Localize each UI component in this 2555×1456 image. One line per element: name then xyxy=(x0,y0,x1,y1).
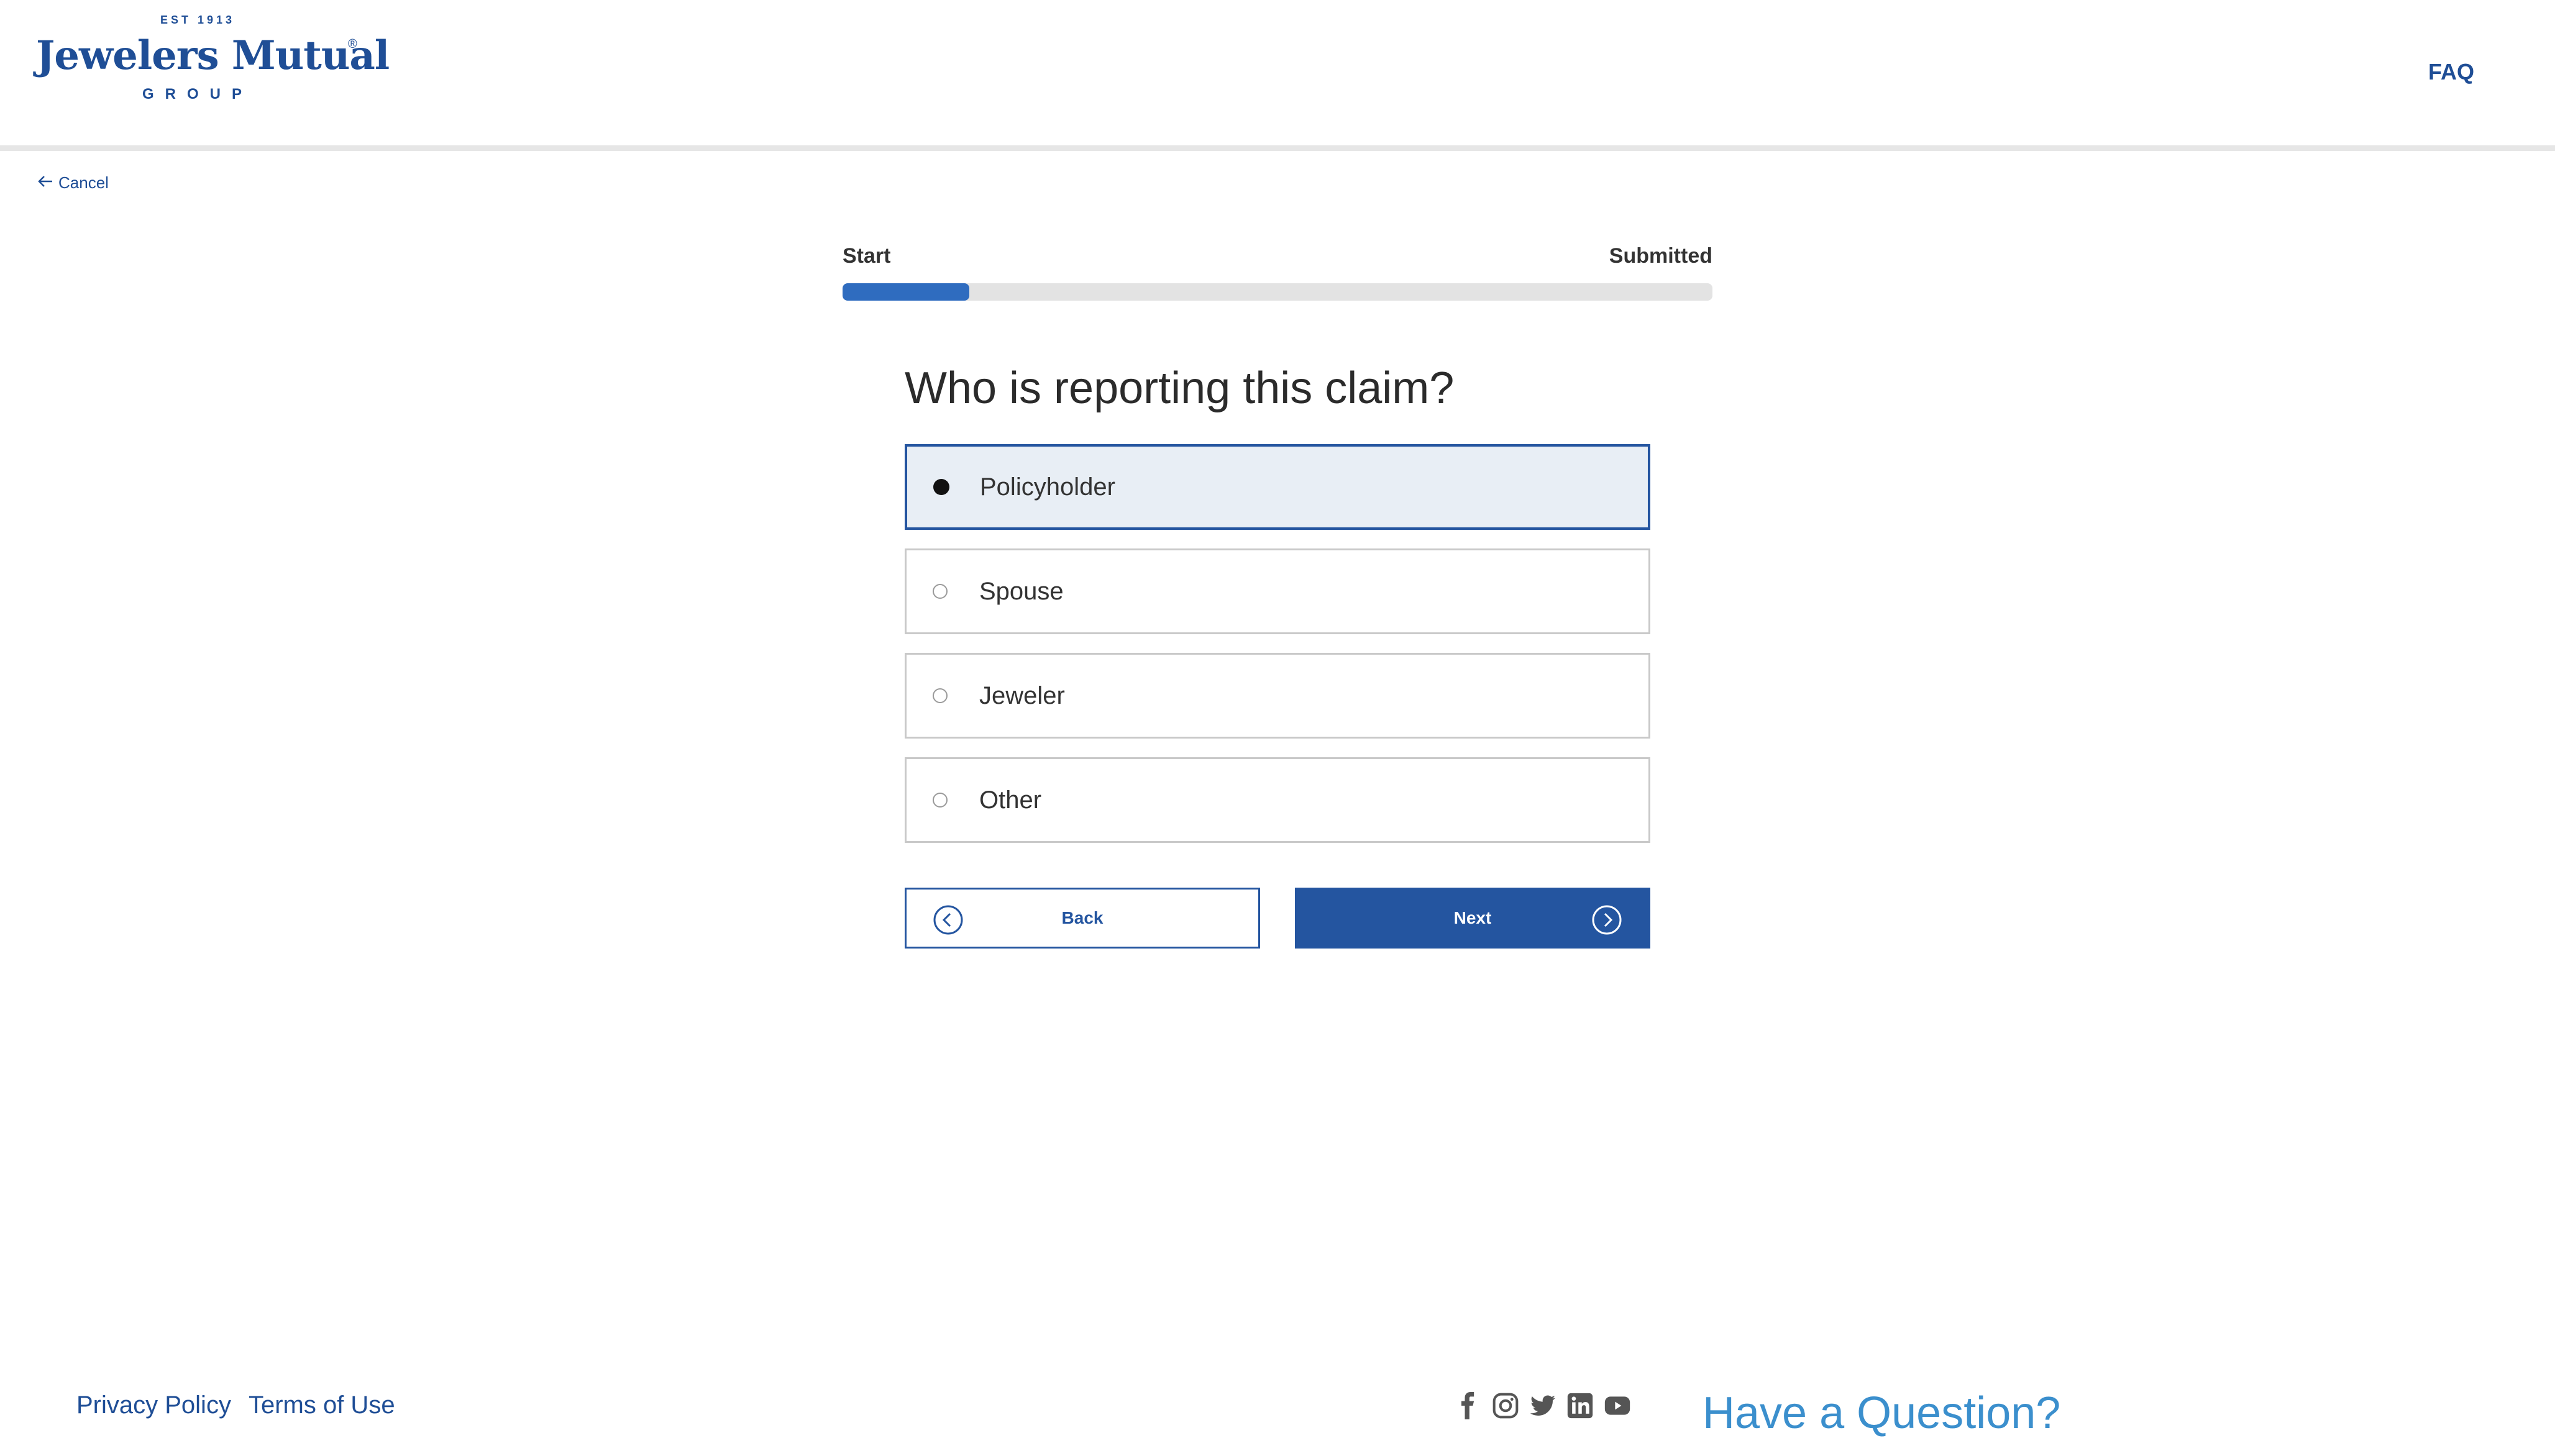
option-spouse[interactable]: Spouse xyxy=(905,548,1650,634)
option-label: Jeweler xyxy=(979,681,1065,709)
privacy-policy-link[interactable]: Privacy Policy xyxy=(76,1391,231,1419)
social-links xyxy=(1454,1391,1632,1420)
progress-end-label: Submitted xyxy=(1609,244,1712,268)
back-button[interactable]: Back xyxy=(905,888,1260,949)
jewelers-mutual-logo[interactable]: EST 1913 Jewelers Mutual ® GROUP xyxy=(36,14,390,107)
linkedin-icon[interactable] xyxy=(1566,1391,1594,1420)
radio-button[interactable] xyxy=(933,793,948,808)
header-divider xyxy=(0,145,2555,151)
chevron-left-circle-icon xyxy=(933,904,964,935)
cancel-link[interactable]: Cancel xyxy=(37,173,109,193)
option-other[interactable]: Other xyxy=(905,757,1650,843)
site-header: EST 1913 Jewelers Mutual ® GROUP FAQ xyxy=(0,0,2555,145)
logo-est: EST 1913 xyxy=(160,14,235,26)
instagram-icon[interactable] xyxy=(1491,1391,1520,1420)
next-button[interactable]: Next xyxy=(1295,888,1650,949)
back-label: Back xyxy=(1061,908,1104,927)
facebook-icon[interactable] xyxy=(1454,1391,1483,1420)
progress-start-label: Start xyxy=(843,244,891,268)
chevron-right-circle-icon xyxy=(1591,904,1622,935)
have-a-question-heading[interactable]: Have a Question? xyxy=(1703,1388,2060,1439)
option-jeweler[interactable]: Jeweler xyxy=(905,653,1650,739)
arrow-left-icon xyxy=(37,173,53,193)
youtube-icon[interactable] xyxy=(1603,1391,1632,1420)
logo-group: GROUP xyxy=(142,86,253,102)
option-label: Other xyxy=(979,786,1042,814)
footer-links: Privacy Policy Terms of Use xyxy=(76,1391,395,1419)
radio-button[interactable] xyxy=(933,479,949,495)
progress-bar xyxy=(843,283,1712,301)
question-title: Who is reporting this claim? xyxy=(905,363,1455,413)
progress-labels: Start Submitted xyxy=(843,244,1712,271)
radio-button[interactable] xyxy=(933,584,948,599)
option-label: Policyholder xyxy=(980,473,1115,501)
next-label: Next xyxy=(1453,908,1492,927)
cancel-label: Cancel xyxy=(58,173,109,192)
twitter-icon[interactable] xyxy=(1529,1391,1557,1420)
faq-link[interactable]: FAQ xyxy=(2428,59,2474,85)
option-policyholder[interactable]: Policyholder xyxy=(905,444,1650,530)
logo-registered: ® xyxy=(348,37,357,51)
radio-button[interactable] xyxy=(933,688,948,703)
progress-fill xyxy=(843,283,970,301)
option-label: Spouse xyxy=(979,577,1064,605)
logo-name: Jewelers Mutual xyxy=(36,32,390,79)
terms-of-use-link[interactable]: Terms of Use xyxy=(249,1391,395,1419)
